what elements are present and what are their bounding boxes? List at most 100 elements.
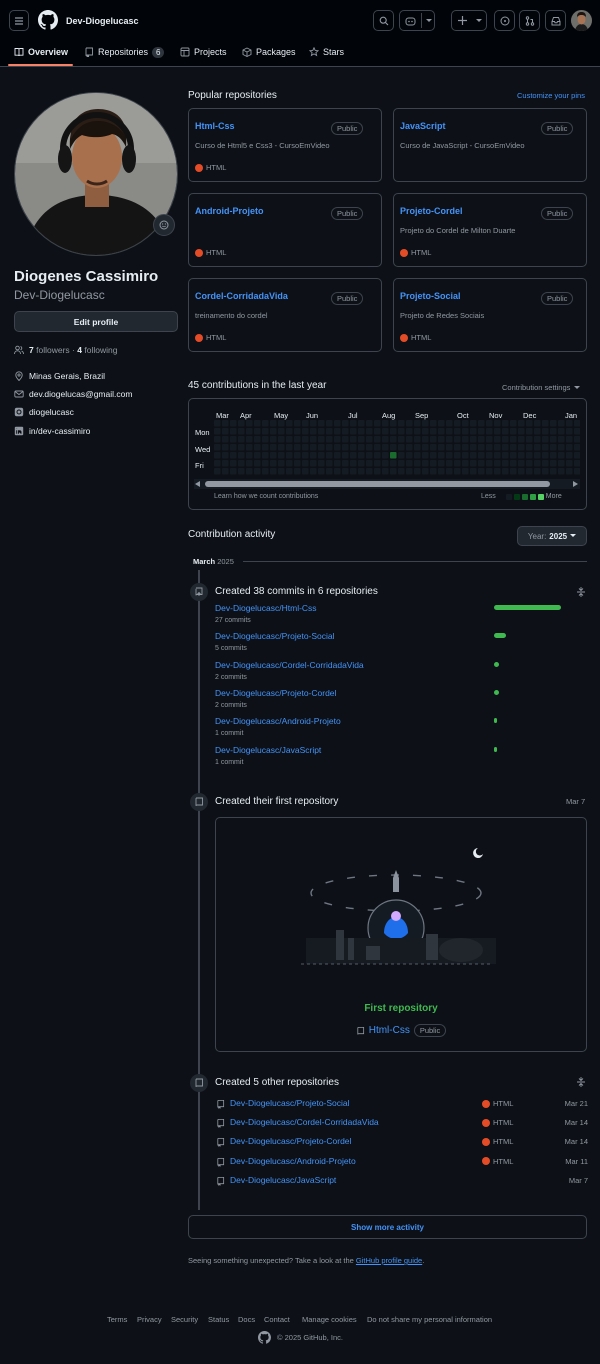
- github-footer-logo-icon[interactable]: [258, 1331, 271, 1344]
- contribution-day[interactable]: [334, 444, 341, 451]
- footer-link[interactable]: Docs: [238, 1315, 255, 1324]
- contribution-day[interactable]: [542, 420, 549, 427]
- contribution-day[interactable]: [230, 460, 237, 467]
- contribution-day[interactable]: [430, 468, 437, 475]
- contribution-day[interactable]: [430, 444, 437, 451]
- contribution-day[interactable]: [550, 444, 557, 451]
- contribution-day[interactable]: [486, 428, 493, 435]
- contribution-day[interactable]: [262, 428, 269, 435]
- contribution-day[interactable]: [414, 436, 421, 443]
- contribution-day[interactable]: [574, 436, 580, 443]
- contribution-day[interactable]: [318, 468, 325, 475]
- contribution-day[interactable]: [406, 468, 413, 475]
- contribution-day[interactable]: [222, 420, 229, 427]
- contribution-day[interactable]: [502, 460, 509, 467]
- contribution-day[interactable]: [574, 444, 580, 451]
- commit-repo-link[interactable]: Dev-Diogelucasc/Android-Projeto: [215, 716, 341, 726]
- contribution-day[interactable]: [302, 420, 309, 427]
- scrollbar-thumb[interactable]: [205, 481, 550, 487]
- contribution-day[interactable]: [398, 420, 405, 427]
- customize-pins-link[interactable]: Customize your pins: [517, 91, 585, 100]
- commit-repo-link[interactable]: Dev-Diogelucasc/Html-Css: [215, 603, 317, 613]
- contribution-day[interactable]: [214, 420, 221, 427]
- contribution-day[interactable]: [222, 428, 229, 435]
- contribution-day[interactable]: [358, 452, 365, 459]
- contribution-day[interactable]: [494, 428, 501, 435]
- contribution-day[interactable]: [334, 460, 341, 467]
- contribution-day[interactable]: [422, 460, 429, 467]
- contribution-day[interactable]: [510, 460, 517, 467]
- contribution-day[interactable]: [390, 460, 397, 467]
- contribution-day[interactable]: [478, 444, 485, 451]
- issues-button[interactable]: [494, 10, 515, 31]
- contribution-day[interactable]: [278, 468, 285, 475]
- contribution-day[interactable]: [318, 452, 325, 459]
- contribution-day[interactable]: [494, 460, 501, 467]
- contribution-day[interactable]: [246, 460, 253, 467]
- contribution-day[interactable]: [446, 452, 453, 459]
- contribution-day[interactable]: [310, 420, 317, 427]
- contribution-day[interactable]: [214, 452, 221, 459]
- pinned-repo-name[interactable]: Android-Projeto: [195, 206, 264, 216]
- contribution-day[interactable]: [502, 468, 509, 475]
- contribution-day[interactable]: [382, 468, 389, 475]
- pinned-repo-name[interactable]: Html-Css: [195, 121, 235, 131]
- contribution-day[interactable]: [294, 444, 301, 451]
- profile-guide-link[interactable]: GitHub profile guide: [356, 1256, 422, 1265]
- followers-count[interactable]: 7: [29, 345, 34, 355]
- contribution-day[interactable]: [438, 452, 445, 459]
- contribution-day[interactable]: [286, 444, 293, 451]
- contribution-day[interactable]: [382, 452, 389, 459]
- contribution-day[interactable]: [382, 420, 389, 427]
- contribution-day[interactable]: [374, 468, 381, 475]
- contribution-day[interactable]: [510, 428, 517, 435]
- contribution-day[interactable]: [326, 452, 333, 459]
- contribution-day[interactable]: [510, 420, 517, 427]
- commit-repo-link[interactable]: Dev-Diogelucasc/JavaScript: [215, 745, 321, 755]
- contribution-day[interactable]: [446, 428, 453, 435]
- contribution-day[interactable]: [462, 468, 469, 475]
- inbox-button[interactable]: [545, 10, 566, 31]
- commits-event-title[interactable]: Created 38 commits in 6 repositories: [215, 586, 378, 597]
- contribution-day[interactable]: [342, 428, 349, 435]
- contribution-day[interactable]: [478, 428, 485, 435]
- contribution-day[interactable]: [334, 468, 341, 475]
- tab-stars[interactable]: Stars: [309, 45, 344, 59]
- contribution-day[interactable]: [366, 452, 373, 459]
- tab-overview[interactable]: Overview: [14, 45, 68, 59]
- pinned-repo-name[interactable]: JavaScript: [400, 121, 446, 131]
- contribution-day[interactable]: [406, 460, 413, 467]
- contribution-day[interactable]: [542, 444, 549, 451]
- contribution-day[interactable]: [326, 444, 333, 451]
- contribution-day[interactable]: [558, 452, 565, 459]
- contribution-day[interactable]: [494, 436, 501, 443]
- contribution-day[interactable]: [494, 468, 501, 475]
- contribution-day[interactable]: [550, 460, 557, 467]
- contribution-day[interactable]: [462, 444, 469, 451]
- contribution-day[interactable]: [246, 468, 253, 475]
- contribution-day[interactable]: [342, 444, 349, 451]
- fold-icon[interactable]: [577, 587, 585, 597]
- show-more-activity-button[interactable]: Show more activity: [188, 1215, 587, 1239]
- contribution-day[interactable]: [270, 428, 277, 435]
- contribution-day[interactable]: [246, 436, 253, 443]
- commit-repo-link[interactable]: Dev-Diogelucasc/Cordel-CorridadaVida: [215, 660, 364, 670]
- following-label[interactable]: following: [84, 345, 117, 355]
- contribution-day[interactable]: [446, 460, 453, 467]
- contribution-day[interactable]: [302, 444, 309, 451]
- contribution-day[interactable]: [518, 428, 525, 435]
- contribution-day[interactable]: [302, 460, 309, 467]
- footer-link[interactable]: Privacy: [137, 1315, 162, 1324]
- contribution-day[interactable]: [502, 436, 509, 443]
- contribution-day[interactable]: [366, 460, 373, 467]
- contribution-day[interactable]: [574, 452, 580, 459]
- contribution-day[interactable]: [486, 420, 493, 427]
- contribution-day[interactable]: [366, 436, 373, 443]
- contribution-day[interactable]: [286, 460, 293, 467]
- contribution-day[interactable]: [270, 420, 277, 427]
- contribution-day[interactable]: [414, 428, 421, 435]
- contribution-day[interactable]: [470, 468, 477, 475]
- contribution-day[interactable]: [422, 468, 429, 475]
- contribution-day[interactable]: [526, 428, 533, 435]
- contribution-day[interactable]: [358, 428, 365, 435]
